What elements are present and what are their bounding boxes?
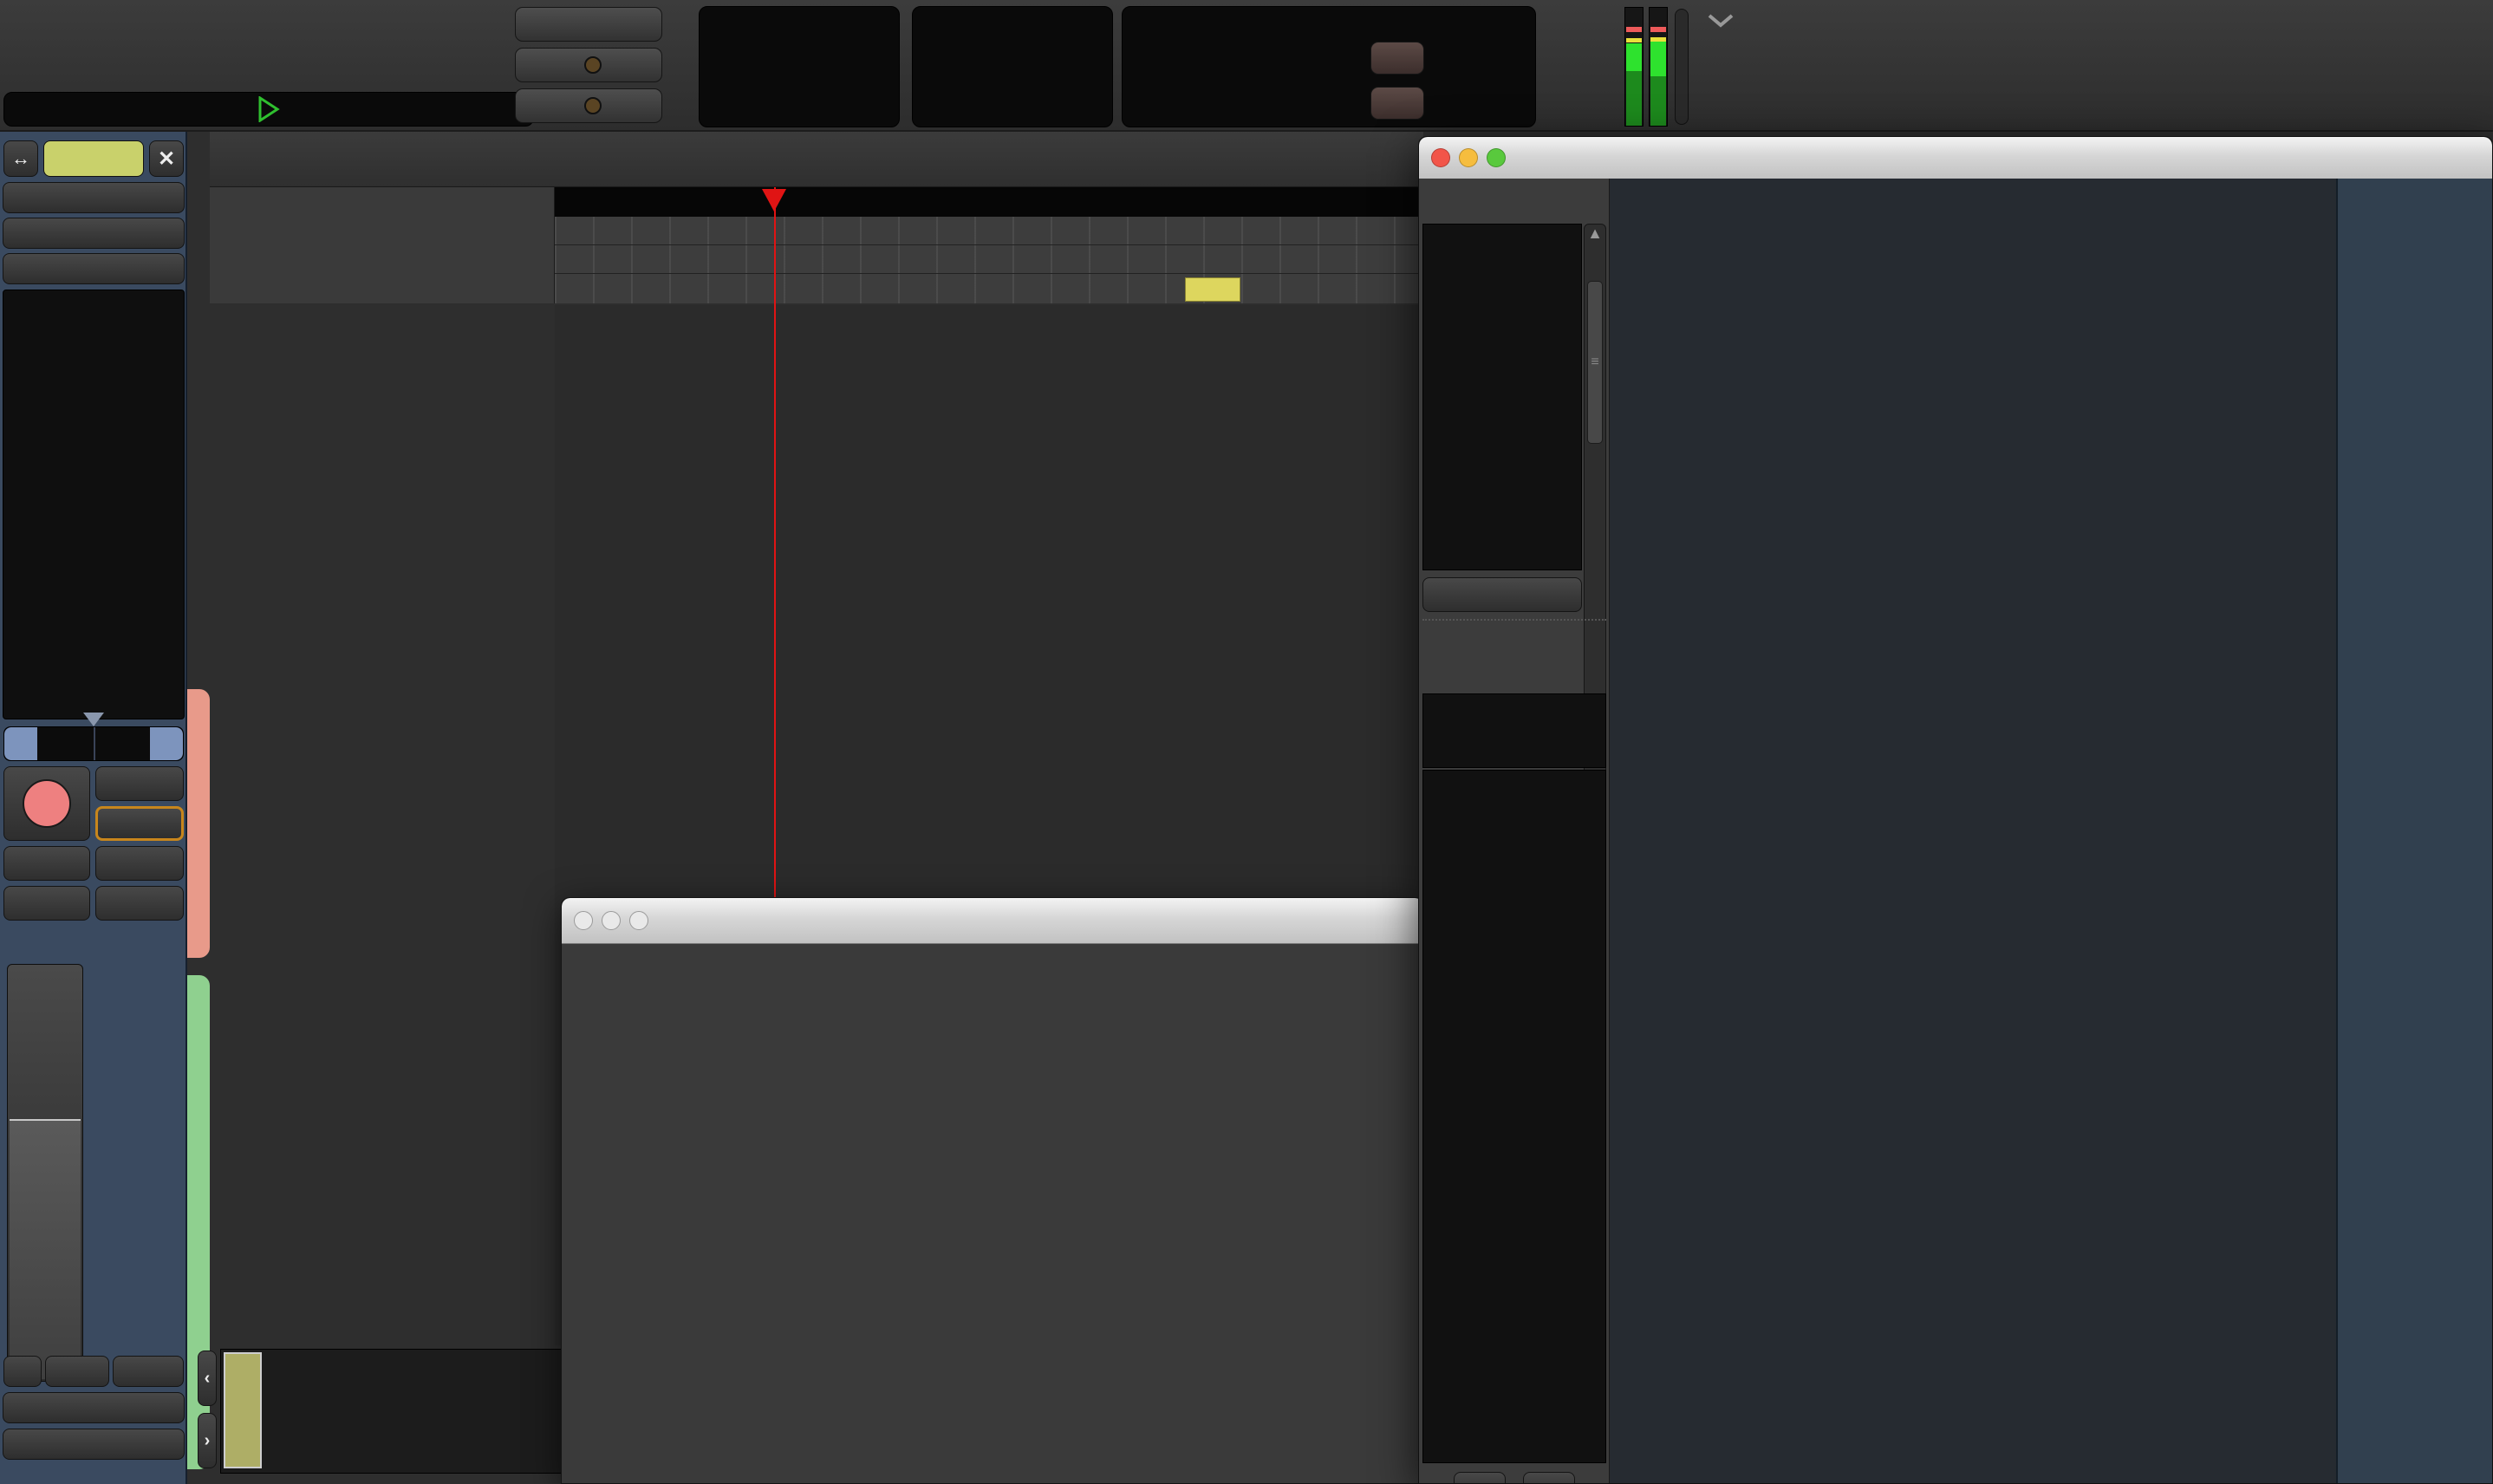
meter-point-button[interactable] bbox=[113, 1356, 184, 1387]
punch-out-button[interactable] bbox=[1370, 87, 1424, 120]
record-arm-button[interactable] bbox=[3, 766, 90, 841]
follow-edits-led bbox=[584, 56, 602, 74]
pan-left-cap bbox=[4, 727, 37, 760]
pan-slider[interactable] bbox=[3, 726, 184, 761]
ardour-app: ↔ ✕ ‹ › ▲ ≡ bbox=[0, 0, 2493, 1484]
strip-phase-button[interactable] bbox=[3, 253, 185, 284]
follow-edits-button[interactable] bbox=[515, 48, 662, 82]
processor-box[interactable] bbox=[3, 290, 185, 719]
punch-in-button[interactable] bbox=[1370, 42, 1424, 75]
play-state-icon bbox=[258, 96, 280, 122]
output-button[interactable] bbox=[3, 1392, 185, 1423]
meterbridge-window bbox=[561, 897, 1424, 1484]
strip-input-button[interactable] bbox=[3, 218, 185, 249]
playhead-line bbox=[774, 187, 776, 938]
master-strip bbox=[2336, 179, 2492, 1483]
strips-list bbox=[1422, 224, 1582, 570]
minimize-window-icon[interactable] bbox=[1459, 148, 1478, 167]
comments-button[interactable] bbox=[3, 1429, 185, 1460]
summary-view-box[interactable] bbox=[224, 1352, 262, 1468]
summary-next-button[interactable]: › bbox=[198, 1413, 217, 1468]
solo-button[interactable] bbox=[95, 846, 184, 881]
auto-return-button[interactable] bbox=[515, 88, 662, 123]
mixer-window: ▲ ≡ ▼ bbox=[1418, 136, 2493, 1484]
metering-point-button[interactable] bbox=[3, 1356, 42, 1387]
minimeter-slider[interactable] bbox=[1675, 9, 1689, 125]
strip-width-button[interactable]: ↔ bbox=[3, 140, 38, 177]
record-icon bbox=[23, 779, 71, 828]
sync-internal-button[interactable] bbox=[515, 7, 662, 42]
gain-display[interactable] bbox=[3, 886, 90, 921]
group-tab-keys[interactable] bbox=[187, 689, 210, 958]
mute-button[interactable] bbox=[3, 846, 90, 881]
toolbar-collapse-chevron-icon[interactable] bbox=[1706, 12, 1735, 29]
summary-prev-button[interactable]: ‹ bbox=[198, 1351, 217, 1406]
ruler-area[interactable] bbox=[555, 187, 1423, 303]
secondary-clock[interactable] bbox=[912, 6, 1113, 127]
solo-location-marker[interactable] bbox=[1185, 277, 1240, 302]
gain-fader[interactable] bbox=[7, 964, 83, 1382]
editor-mixer-strip: ↔ ✕ bbox=[0, 132, 187, 1484]
transport-bar bbox=[0, 0, 2493, 132]
pan-pointer-icon bbox=[83, 713, 104, 726]
transport-status-display bbox=[3, 92, 534, 127]
monitor-input-button[interactable] bbox=[95, 766, 184, 801]
primary-clock[interactable] bbox=[699, 6, 900, 127]
master-minimeter-right bbox=[1649, 7, 1668, 127]
close-window-icon[interactable] bbox=[1431, 148, 1450, 167]
add-strip-button[interactable] bbox=[1422, 577, 1582, 612]
groups-list bbox=[1422, 693, 1606, 768]
track-headers bbox=[210, 305, 555, 1345]
auto-return-led bbox=[584, 97, 602, 114]
meterbridge-titlebar[interactable] bbox=[562, 898, 1423, 944]
strip-hide-button[interactable]: ✕ bbox=[149, 140, 184, 177]
zoom-window-icon[interactable] bbox=[629, 911, 648, 930]
master-minimeter-left bbox=[1624, 7, 1644, 127]
ruler-labels bbox=[210, 187, 555, 303]
close-window-icon[interactable] bbox=[574, 911, 593, 930]
group-button[interactable] bbox=[45, 1356, 109, 1387]
editor-toolbar bbox=[210, 132, 1423, 187]
mixer-strips-pane: ▲ ≡ ▼ bbox=[1419, 179, 1610, 1483]
zoom-window-icon[interactable] bbox=[1487, 148, 1506, 167]
peak-display[interactable] bbox=[95, 886, 184, 921]
strip-color-swatch[interactable] bbox=[43, 140, 144, 177]
add-group-button[interactable] bbox=[1454, 1472, 1506, 1483]
monitor-disk-button[interactable] bbox=[95, 806, 184, 841]
monitor-buttons bbox=[1498, 6, 1616, 127]
minimize-window-icon[interactable] bbox=[602, 911, 621, 930]
strip-meter bbox=[94, 929, 184, 1347]
selection-punch-panel bbox=[1122, 6, 1536, 127]
remove-group-button[interactable] bbox=[1523, 1472, 1575, 1483]
pan-right-cap bbox=[150, 727, 183, 760]
mixer-titlebar[interactable] bbox=[1419, 137, 2492, 179]
strip-name-button[interactable] bbox=[3, 182, 185, 213]
